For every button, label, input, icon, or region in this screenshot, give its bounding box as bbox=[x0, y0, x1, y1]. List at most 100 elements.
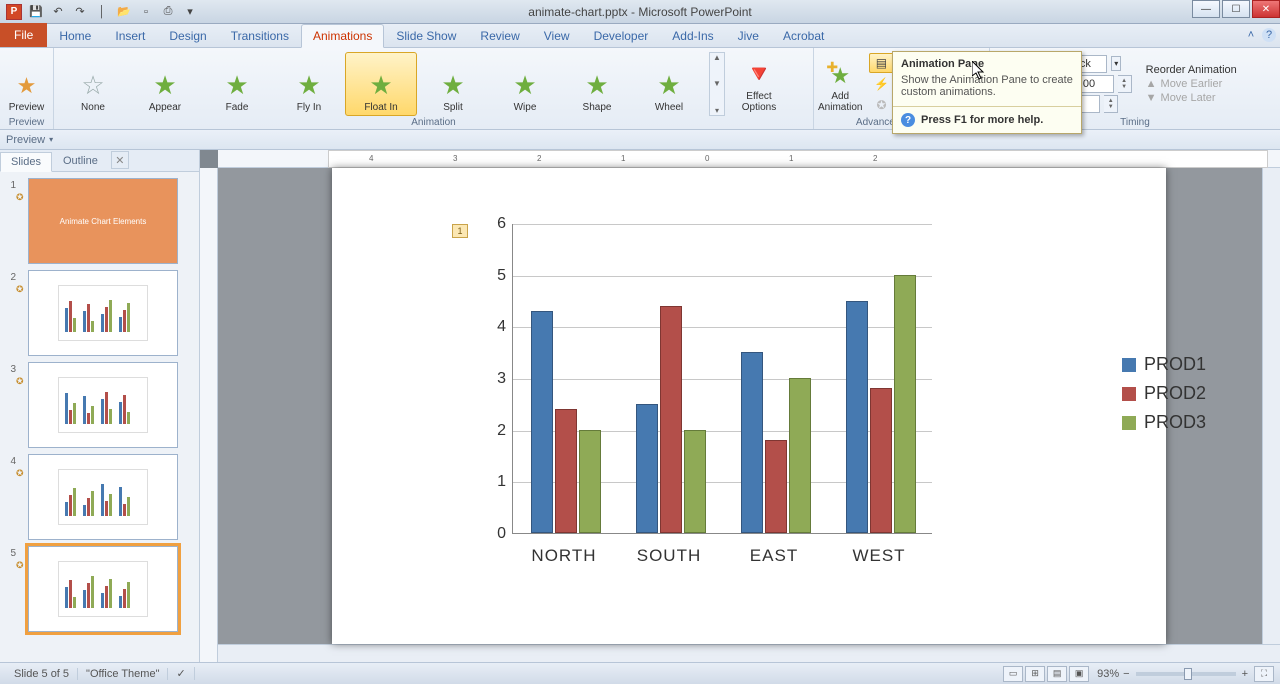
thumbnails-list: 1✪Animate Chart Elements2✪3✪4✪5✪ bbox=[0, 172, 199, 662]
tab-design[interactable]: Design bbox=[157, 23, 218, 47]
group-label-animation: Animation bbox=[57, 117, 810, 129]
status-theme: "Office Theme" bbox=[78, 668, 168, 680]
slide-thumbnail-5[interactable]: 5✪ bbox=[2, 546, 195, 632]
slide-thumbnail-2[interactable]: 2✪ bbox=[2, 270, 195, 356]
preview-button[interactable]: ★ Preview bbox=[3, 52, 50, 116]
tab-home[interactable]: Home bbox=[47, 23, 103, 47]
horizontal-ruler: 4321012 bbox=[218, 150, 1280, 168]
animation-wipe[interactable]: ★Wipe bbox=[489, 52, 561, 116]
star-icon: ★ bbox=[511, 72, 539, 100]
chevron-down-icon[interactable]: ▾ bbox=[1111, 56, 1121, 71]
star-icon: ★ bbox=[439, 72, 467, 100]
bar-west-prod3 bbox=[894, 275, 916, 533]
new-icon[interactable]: ▫ bbox=[138, 4, 154, 20]
tab-developer[interactable]: Developer bbox=[582, 23, 661, 47]
tab-transitions[interactable]: Transitions bbox=[219, 23, 301, 47]
preview-dropdown-row[interactable]: Preview ▾ bbox=[0, 130, 1280, 150]
zoom-in-button[interactable]: + bbox=[1242, 668, 1248, 680]
outline-tab[interactable]: Outline bbox=[52, 151, 109, 171]
effect-options-button[interactable]: 🔻 Effect Options bbox=[731, 52, 787, 116]
tab-jive[interactable]: Jive bbox=[726, 23, 771, 47]
down-arrow-icon: ▼ bbox=[1146, 92, 1157, 104]
animation-wheel[interactable]: ★Wheel bbox=[633, 52, 705, 116]
slide-thumbnail-4[interactable]: 4✪ bbox=[2, 454, 195, 540]
slide-canvas[interactable]: 1 PROD1PROD2PROD3 0123456NORTHSOUTHEASTW… bbox=[332, 168, 1166, 644]
tab-review[interactable]: Review bbox=[468, 23, 531, 47]
redo-icon[interactable]: ↷ bbox=[72, 4, 88, 20]
tab-slideshow[interactable]: Slide Show bbox=[384, 23, 468, 47]
vertical-scrollbar[interactable] bbox=[1262, 168, 1280, 644]
title-bar: P 💾 ↶ ↷ │ 📂 ▫ ⎙ ▾ animate-chart.pptx - M… bbox=[0, 0, 1280, 24]
minimize-ribbon-icon[interactable]: ˄ bbox=[1244, 28, 1258, 42]
animation-order-tag[interactable]: 1 bbox=[452, 224, 468, 238]
reading-view-button[interactable]: ▤ bbox=[1047, 666, 1067, 682]
reorder-column: Reorder Animation ▲Move Earlier ▼Move La… bbox=[1138, 62, 1243, 106]
close-button[interactable]: ✕ bbox=[1252, 0, 1280, 18]
chart-plot-area bbox=[512, 224, 932, 534]
chart-legend: PROD1PROD2PROD3 bbox=[1122, 354, 1206, 441]
file-tab[interactable]: File bbox=[0, 23, 47, 47]
print-icon[interactable]: ⎙ bbox=[160, 4, 176, 20]
help-icon[interactable]: ? bbox=[1262, 28, 1276, 42]
animation-split[interactable]: ★Split bbox=[417, 52, 489, 116]
undo-icon[interactable]: ↶ bbox=[50, 4, 66, 20]
tooltip-body: Show the Animation Pane to create custom… bbox=[893, 74, 1081, 106]
effect-options-label: Effect Options bbox=[742, 91, 776, 113]
fit-to-window-button[interactable]: ⛶ bbox=[1254, 666, 1274, 682]
tab-addins[interactable]: Add-Ins bbox=[660, 23, 725, 47]
add-animation-button[interactable]: ★✚ Add Animation bbox=[817, 52, 863, 116]
maximize-button[interactable]: ☐ bbox=[1222, 0, 1250, 18]
animation-appear[interactable]: ★Appear bbox=[129, 52, 201, 116]
tab-view[interactable]: View bbox=[532, 23, 582, 47]
anim-label: Fade bbox=[226, 102, 249, 113]
anim-label: Fly In bbox=[297, 102, 321, 113]
animation-fly-in[interactable]: ★ Fly In bbox=[273, 52, 345, 116]
bar-west-prod2 bbox=[870, 388, 892, 533]
tab-acrobat[interactable]: Acrobat bbox=[771, 23, 836, 47]
duration-spinner[interactable]: ▲▼ bbox=[1118, 75, 1132, 93]
animation-none[interactable]: ☆None bbox=[57, 52, 129, 116]
slide-canvas-area[interactable]: 1 PROD1PROD2PROD3 0123456NORTHSOUTHEASTW… bbox=[218, 168, 1280, 644]
sorter-view-button[interactable]: ⊞ bbox=[1025, 666, 1045, 682]
zoom-out-button[interactable]: − bbox=[1123, 668, 1129, 680]
powerpoint-icon: P bbox=[6, 4, 22, 20]
normal-view-button[interactable]: ▭ bbox=[1003, 666, 1023, 682]
status-bar: Slide 5 of 5 "Office Theme" ✓ ▭ ⊞ ▤ ▣ 93… bbox=[0, 662, 1280, 684]
bar-east-prod2 bbox=[765, 440, 787, 533]
qat-customize-icon[interactable]: ▾ bbox=[182, 4, 198, 20]
animation-painter-icon: ✪ bbox=[874, 98, 888, 112]
minimize-button[interactable]: — bbox=[1192, 0, 1220, 18]
animation-fade[interactable]: ★ Fade bbox=[201, 52, 273, 116]
spellcheck-icon[interactable]: ✓ bbox=[168, 667, 194, 680]
close-panel-button[interactable]: ✕ bbox=[111, 151, 129, 169]
star-icon: ★ bbox=[295, 72, 323, 100]
tab-animations[interactable]: Animations bbox=[301, 24, 384, 48]
chart-object[interactable]: PROD1PROD2PROD3 0123456NORTHSOUTHEASTWES… bbox=[476, 224, 1086, 584]
group-label-preview: Preview bbox=[3, 117, 50, 129]
delay-spinner[interactable]: ▲▼ bbox=[1104, 95, 1118, 113]
anim-label: Float In bbox=[364, 102, 397, 113]
slideshow-view-button[interactable]: ▣ bbox=[1069, 666, 1089, 682]
tooltip-title: Animation Pane bbox=[893, 52, 1081, 74]
tab-insert[interactable]: Insert bbox=[103, 23, 157, 47]
bar-east-prod3 bbox=[789, 378, 811, 533]
save-icon[interactable]: 💾 bbox=[28, 4, 44, 20]
up-arrow-icon: ▲ bbox=[1146, 78, 1157, 90]
animation-float-in[interactable]: ★Float In bbox=[345, 52, 417, 116]
gallery-scroll[interactable]: ▲▼▾ bbox=[709, 52, 725, 116]
zoom-slider[interactable] bbox=[1136, 672, 1236, 676]
star-icon: ★ bbox=[223, 72, 251, 100]
slides-tab[interactable]: Slides bbox=[0, 152, 52, 172]
open-icon[interactable]: 📂 bbox=[116, 4, 132, 20]
bar-south-prod1 bbox=[636, 404, 658, 533]
editor-area: 4321012 1 PROD1PROD2PROD3 0123456NORTHSO… bbox=[200, 150, 1280, 662]
bar-south-prod3 bbox=[684, 430, 706, 533]
slide-thumbnail-3[interactable]: 3✪ bbox=[2, 362, 195, 448]
animation-shape[interactable]: ★Shape bbox=[561, 52, 633, 116]
horizontal-scrollbar[interactable] bbox=[218, 644, 1280, 662]
slide-thumbnail-1[interactable]: 1✪Animate Chart Elements bbox=[2, 178, 195, 264]
workspace: Slides Outline ✕ 1✪Animate Chart Element… bbox=[0, 150, 1280, 662]
bar-north-prod1 bbox=[531, 311, 553, 533]
preview-label: Preview bbox=[9, 102, 45, 113]
anim-label: None bbox=[81, 102, 105, 113]
